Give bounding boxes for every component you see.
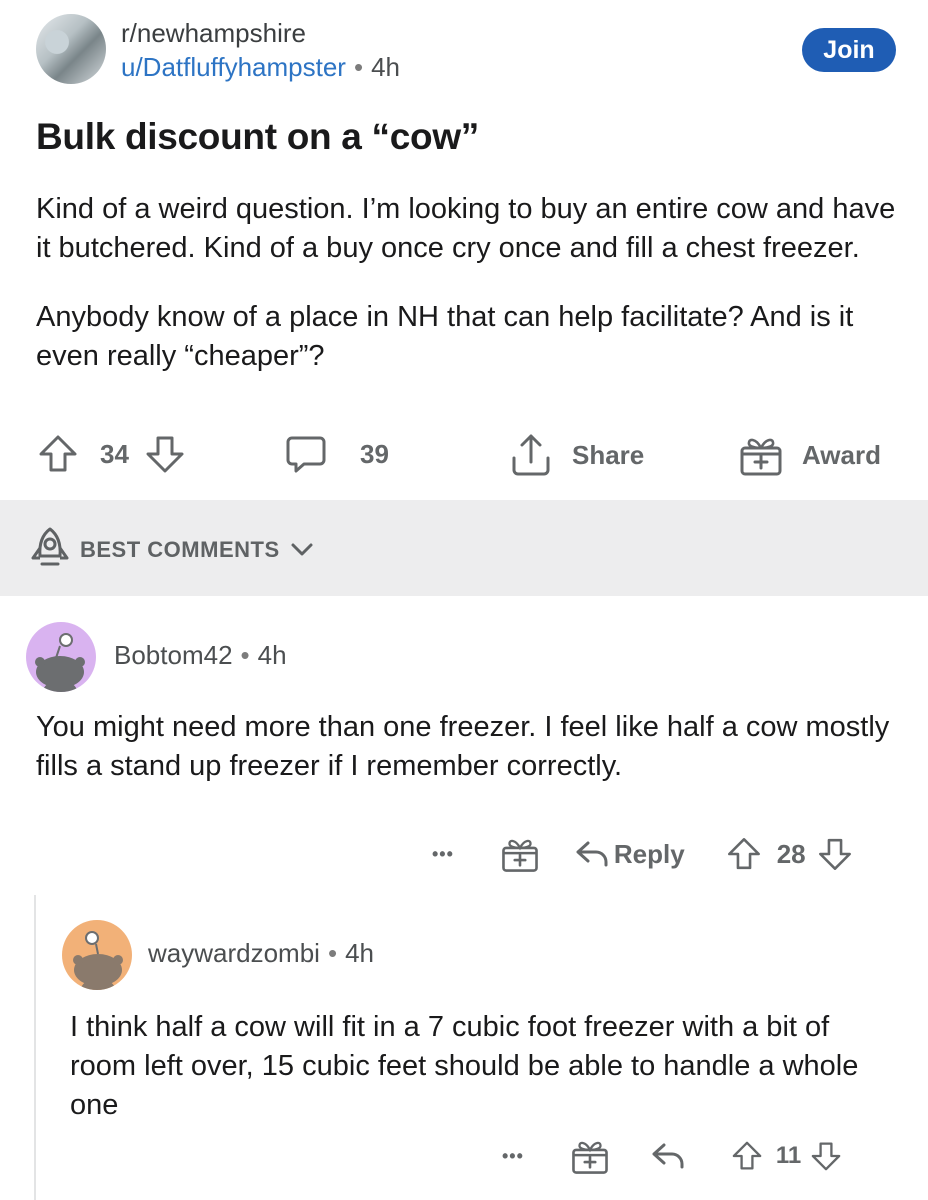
downvote-arrow-icon[interactable] [809,1139,843,1173]
award-button[interactable]: Award [738,432,881,478]
comment: waywardzombi • 4h I think half a cow will … [60,900,928,1200]
subreddit-avatar[interactable] [36,14,106,84]
comment-sort-dropdown[interactable]: BEST COMMENTS [28,526,314,574]
gift-box-icon [738,432,784,478]
comment-count: 39 [360,438,389,469]
post-paragraph: Kind of a weird question. I’m looking to… [36,193,896,264]
comment-author[interactable]: Bobtom42 [114,640,233,670]
comment-body: I think half a cow will fit in a 7 cubic… [70,1011,859,1121]
share-button[interactable]: Share [508,432,644,478]
downvote-arrow-icon[interactable] [816,835,854,873]
more-options-button[interactable]: ••• [502,1146,524,1167]
avatar[interactable] [26,622,96,692]
comment-body: You might need more than one freezer. I … [36,711,890,782]
comment-meta: waywardzombi • 4h [148,938,374,969]
comment-vote-count: 11 [775,1142,802,1169]
share-upload-icon [508,432,554,478]
post-author-link[interactable]: u/Datfluffyhampster [121,52,346,82]
award-label: Award [802,439,881,470]
post-vote-count: 34 [100,438,129,469]
upvote-arrow-icon[interactable] [36,432,80,476]
reply-button[interactable]: Reply [574,839,685,870]
join-button[interactable]: Join [802,28,896,72]
gift-box-icon[interactable] [500,834,540,874]
avatar[interactable] [62,920,132,990]
comment-age: 4h [257,640,287,670]
comment: Bobtom42 • 4h You might need more than one… [0,596,928,896]
post-body: Kind of a weird question. I’m looking to… [36,190,896,406]
separator-dot: • [327,938,338,968]
rocket-icon [28,526,72,574]
comments-sort-bar: BEST COMMENTS [0,500,928,596]
gift-box-icon[interactable] [570,1136,610,1176]
post-meta: u/Datfluffyhampster • 4h [121,52,400,83]
post-age: 4h [371,52,400,82]
reply-arrow-icon [574,839,610,869]
more-options-button[interactable]: ••• [432,844,454,865]
reply-arrow-icon[interactable] [650,1141,686,1171]
comment-age: 4h [345,938,374,968]
sort-label: BEST COMMENTS [80,537,280,562]
comment-meta: Bobtom42 • 4h [114,640,287,671]
post-action-bar: 34 39 Share Award [36,432,896,482]
thread-line[interactable] [34,895,36,1200]
share-label: Share [572,439,645,470]
comment-action-bar: ••• Reply 28 [432,834,854,874]
post-paragraph: Anybody know of a place in NH that can h… [36,301,854,372]
post-title: Bulk discount on a “cow” [36,116,479,157]
reply-label: Reply [613,838,685,869]
subreddit-name[interactable]: r/newhampshire [121,18,306,49]
comment-vote-count: 28 [776,838,806,869]
comment-author[interactable]: waywardzombi [148,938,320,968]
chevron-down-icon [290,542,314,558]
upvote-arrow-icon[interactable] [725,835,763,873]
upvote-arrow-icon[interactable] [730,1139,764,1173]
vote-control: 34 [36,432,187,476]
comment-action-bar: ••• 11 [502,1136,843,1176]
downvote-arrow-icon[interactable] [143,432,187,476]
separator-dot: • [353,52,364,82]
post-header: r/newhampshire u/Datfluffyhampster • 4h Jo… [36,14,896,86]
separator-dot: • [240,640,250,670]
speech-bubble-icon [284,432,328,476]
comments-button[interactable]: 39 [284,432,389,476]
